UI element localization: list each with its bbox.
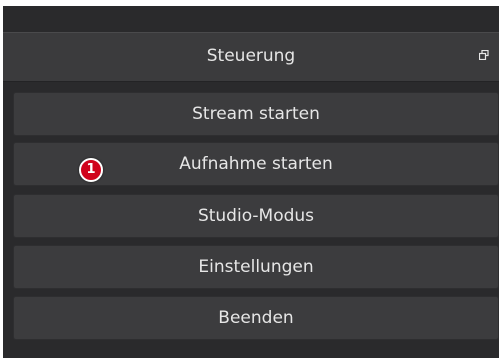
- dock-title: Steuerung: [206, 46, 296, 66]
- dock-header[interactable]: Steuerung: [3, 32, 499, 82]
- start-stream-button[interactable]: Stream starten: [13, 92, 499, 136]
- controls-dock: Steuerung Stream starten Aufnahme starte…: [3, 6, 499, 358]
- float-window-icon[interactable]: [479, 50, 489, 60]
- exit-button[interactable]: Beenden: [13, 296, 499, 340]
- studio-mode-button[interactable]: Studio-Modus: [13, 194, 499, 238]
- settings-button[interactable]: Einstellungen: [13, 245, 499, 289]
- annotation-badge: 1: [79, 158, 103, 182]
